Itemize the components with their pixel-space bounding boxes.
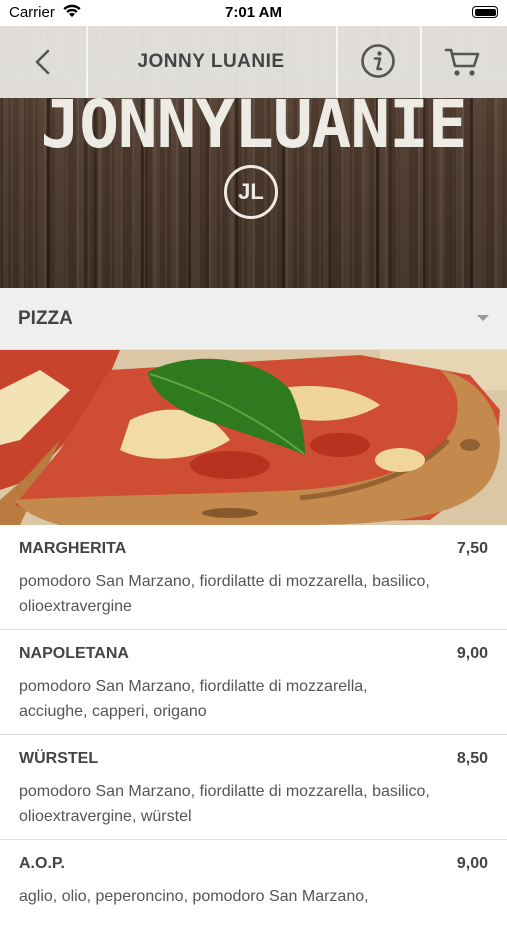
- item-price: 7,50: [456, 540, 488, 557]
- clock: 7:01 AM: [225, 4, 282, 21]
- page-title: JONNY LUANIE: [137, 51, 285, 72]
- item-name: WÜRSTEL: [19, 750, 99, 767]
- info-icon[interactable]: [360, 43, 396, 79]
- menu-item[interactable]: MARGHERITA 7,50 pomodoro San Marzano, fi…: [0, 525, 507, 630]
- brand-logo-wordmark: JONNYLUANIE: [40, 86, 467, 163]
- item-name: A.O.P.: [19, 855, 65, 872]
- battery-icon: [472, 6, 498, 18]
- menu-item[interactable]: A.O.P. 9,00 aglio, olio, peperoncino, po…: [0, 840, 507, 945]
- nav-divider: [336, 26, 338, 98]
- item-description: pomodoro San Marzano, fiordilatte di moz…: [19, 783, 430, 825]
- restaurant-header: JONNYLUANIE JL JONNY LUANIE: [0, 26, 507, 288]
- caret-down-icon: [477, 315, 489, 321]
- item-name: NAPOLETANA: [19, 645, 129, 662]
- brand-logo-badge: JL: [224, 165, 278, 219]
- category-selector[interactable]: PIZZA: [0, 288, 507, 350]
- menu-list: MARGHERITA 7,50 pomodoro San Marzano, fi…: [0, 525, 507, 945]
- pizza-image: [0, 350, 507, 525]
- item-description: pomodoro San Marzano, fiordilatte di moz…: [19, 678, 368, 720]
- item-price: 9,00: [456, 645, 488, 662]
- item-description: pomodoro San Marzano, fiordilatte di moz…: [19, 573, 430, 615]
- menu-item[interactable]: WÜRSTEL 8,50 pomodoro San Marzano, fiord…: [0, 735, 507, 840]
- item-description: aglio, olio, peperoncino, pomodoro San M…: [19, 888, 369, 905]
- cart-icon[interactable]: [444, 44, 482, 80]
- menu-item[interactable]: NAPOLETANA 9,00 pomodoro San Marzano, fi…: [0, 630, 507, 735]
- category-photo: [0, 350, 507, 525]
- item-price: 9,00: [456, 855, 488, 872]
- chevron-left-icon[interactable]: [28, 46, 60, 78]
- navigation-bar: JONNY LUANIE: [0, 26, 507, 98]
- nav-divider: [420, 26, 422, 98]
- item-name: MARGHERITA: [19, 540, 127, 557]
- status-bar: Carrier 7:01 AM: [0, 0, 507, 26]
- category-title: PIZZA: [18, 308, 73, 329]
- item-price: 8,50: [456, 750, 488, 767]
